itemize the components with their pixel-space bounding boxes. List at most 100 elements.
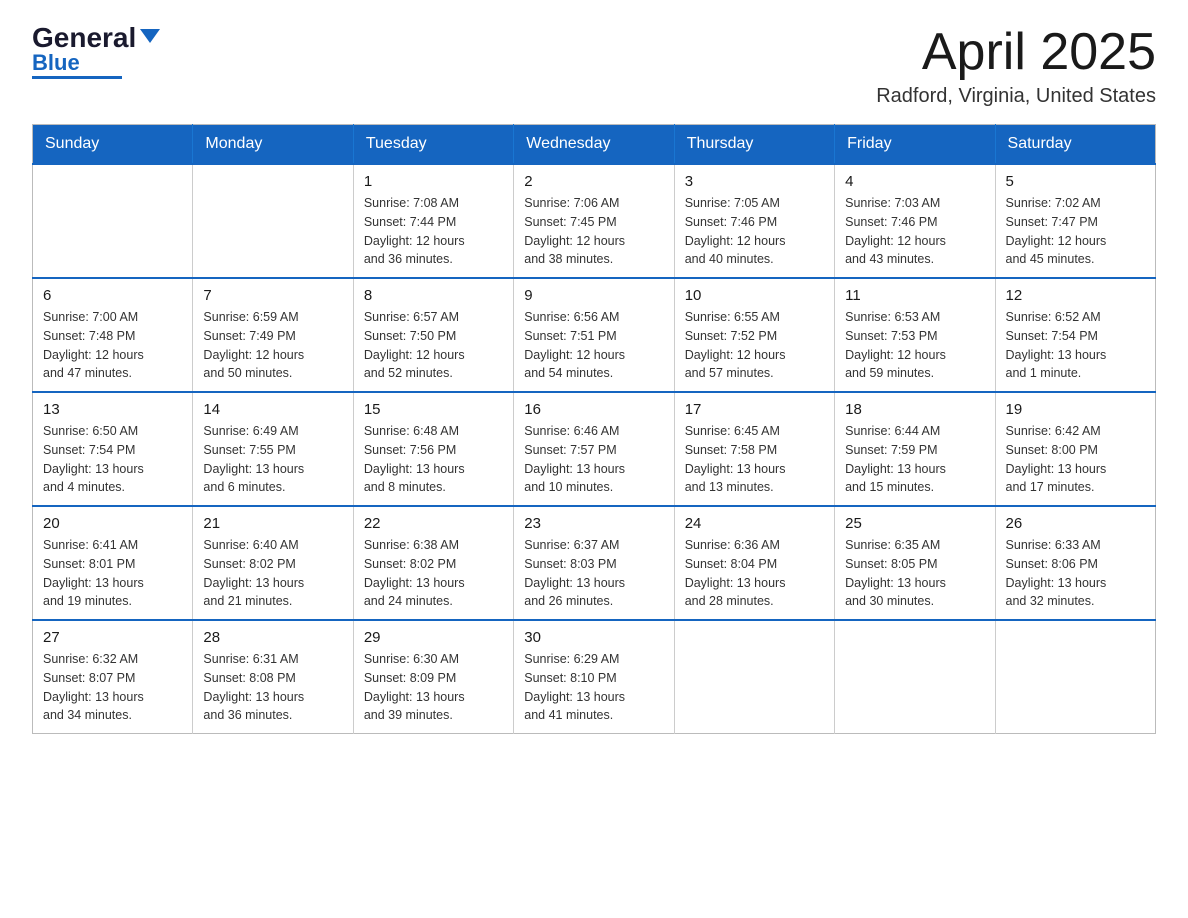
day-info: Sunrise: 6:30 AMSunset: 8:09 PMDaylight:… — [364, 650, 503, 725]
day-number: 16 — [524, 401, 663, 418]
calendar-cell: 14 Sunrise: 6:49 AMSunset: 7:55 PMDayligh… — [193, 392, 353, 506]
week-row-5: 27 Sunrise: 6:32 AMSunset: 8:07 PMDayligh… — [33, 620, 1156, 734]
calendar-cell: 3 Sunrise: 7:05 AMSunset: 7:46 PMDaylight… — [674, 164, 834, 278]
calendar-cell: 24 Sunrise: 6:36 AMSunset: 8:04 PMDayligh… — [674, 506, 834, 620]
day-info: Sunrise: 6:33 AMSunset: 8:06 PMDaylight:… — [1006, 536, 1145, 611]
day-info: Sunrise: 7:05 AMSunset: 7:46 PMDaylight:… — [685, 194, 824, 269]
day-number: 24 — [685, 515, 824, 532]
day-number: 13 — [43, 401, 182, 418]
day-number: 5 — [1006, 173, 1145, 190]
calendar-cell: 6 Sunrise: 7:00 AMSunset: 7:48 PMDaylight… — [33, 278, 193, 392]
day-info: Sunrise: 6:45 AMSunset: 7:58 PMDaylight:… — [685, 422, 824, 497]
day-number: 2 — [524, 173, 663, 190]
weekday-wednesday: Wednesday — [514, 125, 674, 165]
day-info: Sunrise: 6:48 AMSunset: 7:56 PMDaylight:… — [364, 422, 503, 497]
week-row-1: 1Sunrise: 7:08 AMSunset: 7:44 PMDaylight… — [33, 164, 1156, 278]
calendar-cell: 9 Sunrise: 6:56 AMSunset: 7:51 PMDaylight… — [514, 278, 674, 392]
day-info: Sunrise: 6:40 AMSunset: 8:02 PMDaylight:… — [203, 536, 342, 611]
logo-triangle-icon — [140, 29, 160, 43]
day-info: Sunrise: 6:59 AMSunset: 7:49 PMDaylight:… — [203, 308, 342, 383]
day-number: 30 — [524, 629, 663, 646]
calendar-cell: 8Sunrise: 6:57 AMSunset: 7:50 PMDaylight… — [353, 278, 513, 392]
calendar-cell: 23 Sunrise: 6:37 AMSunset: 8:03 PMDayligh… — [514, 506, 674, 620]
day-number: 12 — [1006, 287, 1145, 304]
day-info: Sunrise: 6:56 AMSunset: 7:51 PMDaylight:… — [524, 308, 663, 383]
day-info: Sunrise: 7:00 AMSunset: 7:48 PMDaylight:… — [43, 308, 182, 383]
calendar-cell — [33, 164, 193, 278]
day-info: Sunrise: 6:37 AMSunset: 8:03 PMDaylight:… — [524, 536, 663, 611]
day-number: 7 — [203, 287, 342, 304]
day-number: 1 — [364, 173, 503, 190]
logo-blue-text: Blue — [32, 52, 80, 74]
header-right: April 2025 Radford, Virginia, United Sta… — [876, 24, 1156, 108]
calendar-cell: 7 Sunrise: 6:59 AMSunset: 7:49 PMDaylight… — [193, 278, 353, 392]
day-info: Sunrise: 6:52 AMSunset: 7:54 PMDaylight:… — [1006, 308, 1145, 383]
location: Radford, Virginia, United States — [876, 85, 1156, 108]
day-number: 23 — [524, 515, 663, 532]
calendar-header: SundayMondayTuesdayWednesdayThursdayFrid… — [33, 125, 1156, 165]
calendar-cell: 2 Sunrise: 7:06 AMSunset: 7:45 PMDaylight… — [514, 164, 674, 278]
calendar-cell: 21 Sunrise: 6:40 AMSunset: 8:02 PMDayligh… — [193, 506, 353, 620]
day-number: 10 — [685, 287, 824, 304]
calendar-cell: 16 Sunrise: 6:46 AMSunset: 7:57 PMDayligh… — [514, 392, 674, 506]
day-number: 6 — [43, 287, 182, 304]
logo-general-text: General — [32, 24, 136, 52]
day-number: 27 — [43, 629, 182, 646]
day-number: 11 — [845, 287, 984, 304]
day-info: Sunrise: 6:53 AMSunset: 7:53 PMDaylight:… — [845, 308, 984, 383]
calendar-cell: 10 Sunrise: 6:55 AMSunset: 7:52 PMDayligh… — [674, 278, 834, 392]
calendar-cell: 17Sunrise: 6:45 AMSunset: 7:58 PMDayligh… — [674, 392, 834, 506]
day-info: Sunrise: 6:38 AMSunset: 8:02 PMDaylight:… — [364, 536, 503, 611]
day-number: 20 — [43, 515, 182, 532]
day-number: 22 — [364, 515, 503, 532]
day-number: 28 — [203, 629, 342, 646]
day-number: 14 — [203, 401, 342, 418]
weekday-monday: Monday — [193, 125, 353, 165]
weekday-header-row: SundayMondayTuesdayWednesdayThursdayFrid… — [33, 125, 1156, 165]
day-info: Sunrise: 6:49 AMSunset: 7:55 PMDaylight:… — [203, 422, 342, 497]
calendar-cell — [995, 620, 1155, 734]
weekday-tuesday: Tuesday — [353, 125, 513, 165]
calendar-body: 1Sunrise: 7:08 AMSunset: 7:44 PMDaylight… — [33, 164, 1156, 734]
calendar-cell: 11 Sunrise: 6:53 AMSunset: 7:53 PMDayligh… — [835, 278, 995, 392]
day-info: Sunrise: 6:36 AMSunset: 8:04 PMDaylight:… — [685, 536, 824, 611]
week-row-3: 13 Sunrise: 6:50 AMSunset: 7:54 PMDayligh… — [33, 392, 1156, 506]
day-info: Sunrise: 6:46 AMSunset: 7:57 PMDaylight:… — [524, 422, 663, 497]
day-info: Sunrise: 6:31 AMSunset: 8:08 PMDaylight:… — [203, 650, 342, 725]
calendar-cell: 19 Sunrise: 6:42 AMSunset: 8:00 PMDayligh… — [995, 392, 1155, 506]
logo-underline — [32, 76, 122, 79]
day-info: Sunrise: 6:57 AMSunset: 7:50 PMDaylight:… — [364, 308, 503, 383]
day-number: 29 — [364, 629, 503, 646]
weekday-saturday: Saturday — [995, 125, 1155, 165]
day-info: Sunrise: 6:32 AMSunset: 8:07 PMDaylight:… — [43, 650, 182, 725]
calendar-cell: 22 Sunrise: 6:38 AMSunset: 8:02 PMDayligh… — [353, 506, 513, 620]
day-info: Sunrise: 6:29 AMSunset: 8:10 PMDaylight:… — [524, 650, 663, 725]
calendar-cell: 5 Sunrise: 7:02 AMSunset: 7:47 PMDaylight… — [995, 164, 1155, 278]
day-info: Sunrise: 6:50 AMSunset: 7:54 PMDaylight:… — [43, 422, 182, 497]
day-number: 3 — [685, 173, 824, 190]
calendar-cell: 25Sunrise: 6:35 AMSunset: 8:05 PMDayligh… — [835, 506, 995, 620]
day-info: Sunrise: 7:02 AMSunset: 7:47 PMDaylight:… — [1006, 194, 1145, 269]
page-header: General Blue April 2025 Radford, Virgini… — [32, 24, 1156, 108]
day-info: Sunrise: 7:06 AMSunset: 7:45 PMDaylight:… — [524, 194, 663, 269]
calendar-cell: 1Sunrise: 7:08 AMSunset: 7:44 PMDaylight… — [353, 164, 513, 278]
calendar-cell — [835, 620, 995, 734]
logo: General Blue — [32, 24, 160, 79]
weekday-sunday: Sunday — [33, 125, 193, 165]
calendar-table: SundayMondayTuesdayWednesdayThursdayFrid… — [32, 124, 1156, 734]
day-info: Sunrise: 6:55 AMSunset: 7:52 PMDaylight:… — [685, 308, 824, 383]
calendar-cell: 4Sunrise: 7:03 AMSunset: 7:46 PMDaylight… — [835, 164, 995, 278]
day-number: 21 — [203, 515, 342, 532]
day-number: 4 — [845, 173, 984, 190]
day-number: 15 — [364, 401, 503, 418]
day-info: Sunrise: 6:42 AMSunset: 8:00 PMDaylight:… — [1006, 422, 1145, 497]
day-number: 9 — [524, 287, 663, 304]
calendar-cell: 20Sunrise: 6:41 AMSunset: 8:01 PMDayligh… — [33, 506, 193, 620]
weekday-friday: Friday — [835, 125, 995, 165]
week-row-2: 6 Sunrise: 7:00 AMSunset: 7:48 PMDaylight… — [33, 278, 1156, 392]
calendar-cell: 27 Sunrise: 6:32 AMSunset: 8:07 PMDayligh… — [33, 620, 193, 734]
calendar-cell: 26Sunrise: 6:33 AMSunset: 8:06 PMDayligh… — [995, 506, 1155, 620]
calendar-cell — [674, 620, 834, 734]
calendar-cell: 15 Sunrise: 6:48 AMSunset: 7:56 PMDayligh… — [353, 392, 513, 506]
day-number: 19 — [1006, 401, 1145, 418]
